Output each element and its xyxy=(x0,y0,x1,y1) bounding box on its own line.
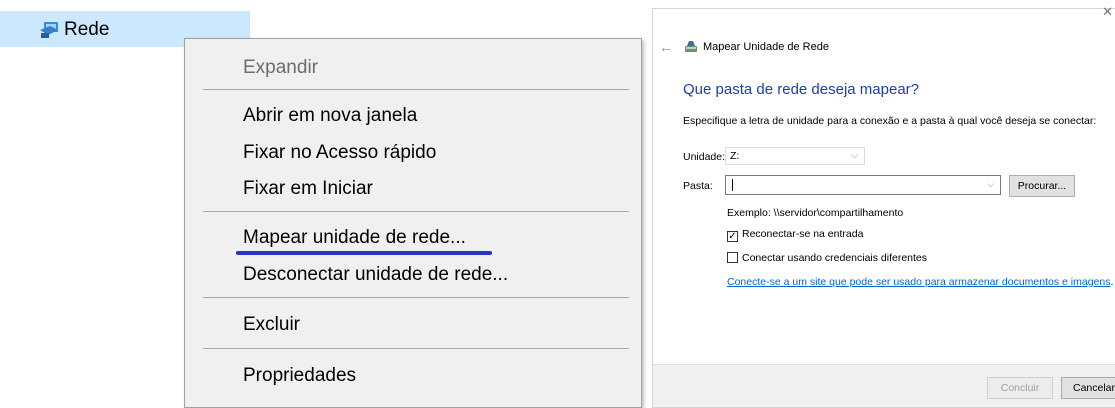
example-text: Exemplo: \\servidor\compartilhamento xyxy=(727,207,904,219)
context-menu: Expandir Abrir em nova janela Fixar no A… xyxy=(184,38,642,408)
drive-label: Unidade: xyxy=(683,151,725,163)
menu-item-propriedades[interactable]: Propriedades xyxy=(243,365,356,387)
credentials-checkbox[interactable] xyxy=(727,252,738,263)
menu-separator xyxy=(203,348,629,349)
dialog-instruction: Especifique a letra de unidade para a co… xyxy=(683,115,1097,127)
drive-label-text: Unidade: xyxy=(683,151,726,163)
folder-input[interactable]: ⌵ xyxy=(725,175,1001,195)
map-network-drive-dialog: ✕ ← Mapear Unidade de Rede Que pasta de … xyxy=(652,4,1115,408)
store-documents-link[interactable]: Conecte-se a um site que pode ser usado … xyxy=(727,276,1113,288)
menu-item-fixar-acesso-rapido[interactable]: Fixar no Acesso rápido xyxy=(243,142,436,164)
menu-item-mapear-unidade[interactable]: Mapear unidade de rede... xyxy=(243,227,466,249)
chevron-down-icon: ⌵ xyxy=(851,150,858,160)
browse-button[interactable]: Procurar... xyxy=(1009,175,1075,197)
link-text[interactable]: Conecte-se a um site que pode ser usado … xyxy=(727,276,1110,288)
back-arrow-icon[interactable]: ← xyxy=(659,39,673,55)
chevron-down-icon[interactable]: ⌵ xyxy=(987,179,994,190)
dialog-footer: Concluir Cancelar xyxy=(653,364,1115,407)
reconnect-row[interactable]: ✓ Reconectar-se na entrada xyxy=(727,228,863,242)
credentials-label: Conectar usando credenciais diferentes xyxy=(742,252,928,264)
network-icon xyxy=(40,22,58,38)
text-caret xyxy=(732,179,733,191)
drive-select-value: Z: xyxy=(730,150,740,162)
nav-label: Rede xyxy=(64,19,110,40)
folder-label-text: Pasta: xyxy=(683,180,713,192)
credentials-row[interactable]: Conectar usando credenciais diferentes xyxy=(727,252,927,264)
drive-select[interactable]: Z: ⌵ xyxy=(725,147,865,165)
menu-separator xyxy=(203,89,629,90)
close-icon[interactable]: ✕ xyxy=(1102,4,1113,20)
menu-separator xyxy=(203,211,629,212)
reconnect-checkbox[interactable]: ✓ xyxy=(727,231,738,242)
menu-item-excluir[interactable]: Excluir xyxy=(243,314,300,336)
menu-separator xyxy=(203,297,629,298)
dialog-title: Mapear Unidade de Rede xyxy=(703,41,829,53)
menu-item-desconectar-unidade[interactable]: Desconectar unidade de rede... xyxy=(243,264,508,286)
folder-label: Pasta: xyxy=(683,180,713,192)
menu-item-expandir[interactable]: Expandir xyxy=(243,57,318,79)
highlight-underline xyxy=(236,251,492,255)
menu-item-fixar-iniciar[interactable]: Fixar em Iniciar xyxy=(243,178,373,200)
reconnect-label: Reconectar-se na entrada xyxy=(742,228,864,240)
network-drive-icon xyxy=(685,41,697,52)
menu-item-abrir-nova-janela[interactable]: Abrir em nova janela xyxy=(243,105,417,127)
dialog-heading: Que pasta de rede deseja mapear? xyxy=(683,81,919,98)
link-suffix: . xyxy=(1110,276,1114,288)
